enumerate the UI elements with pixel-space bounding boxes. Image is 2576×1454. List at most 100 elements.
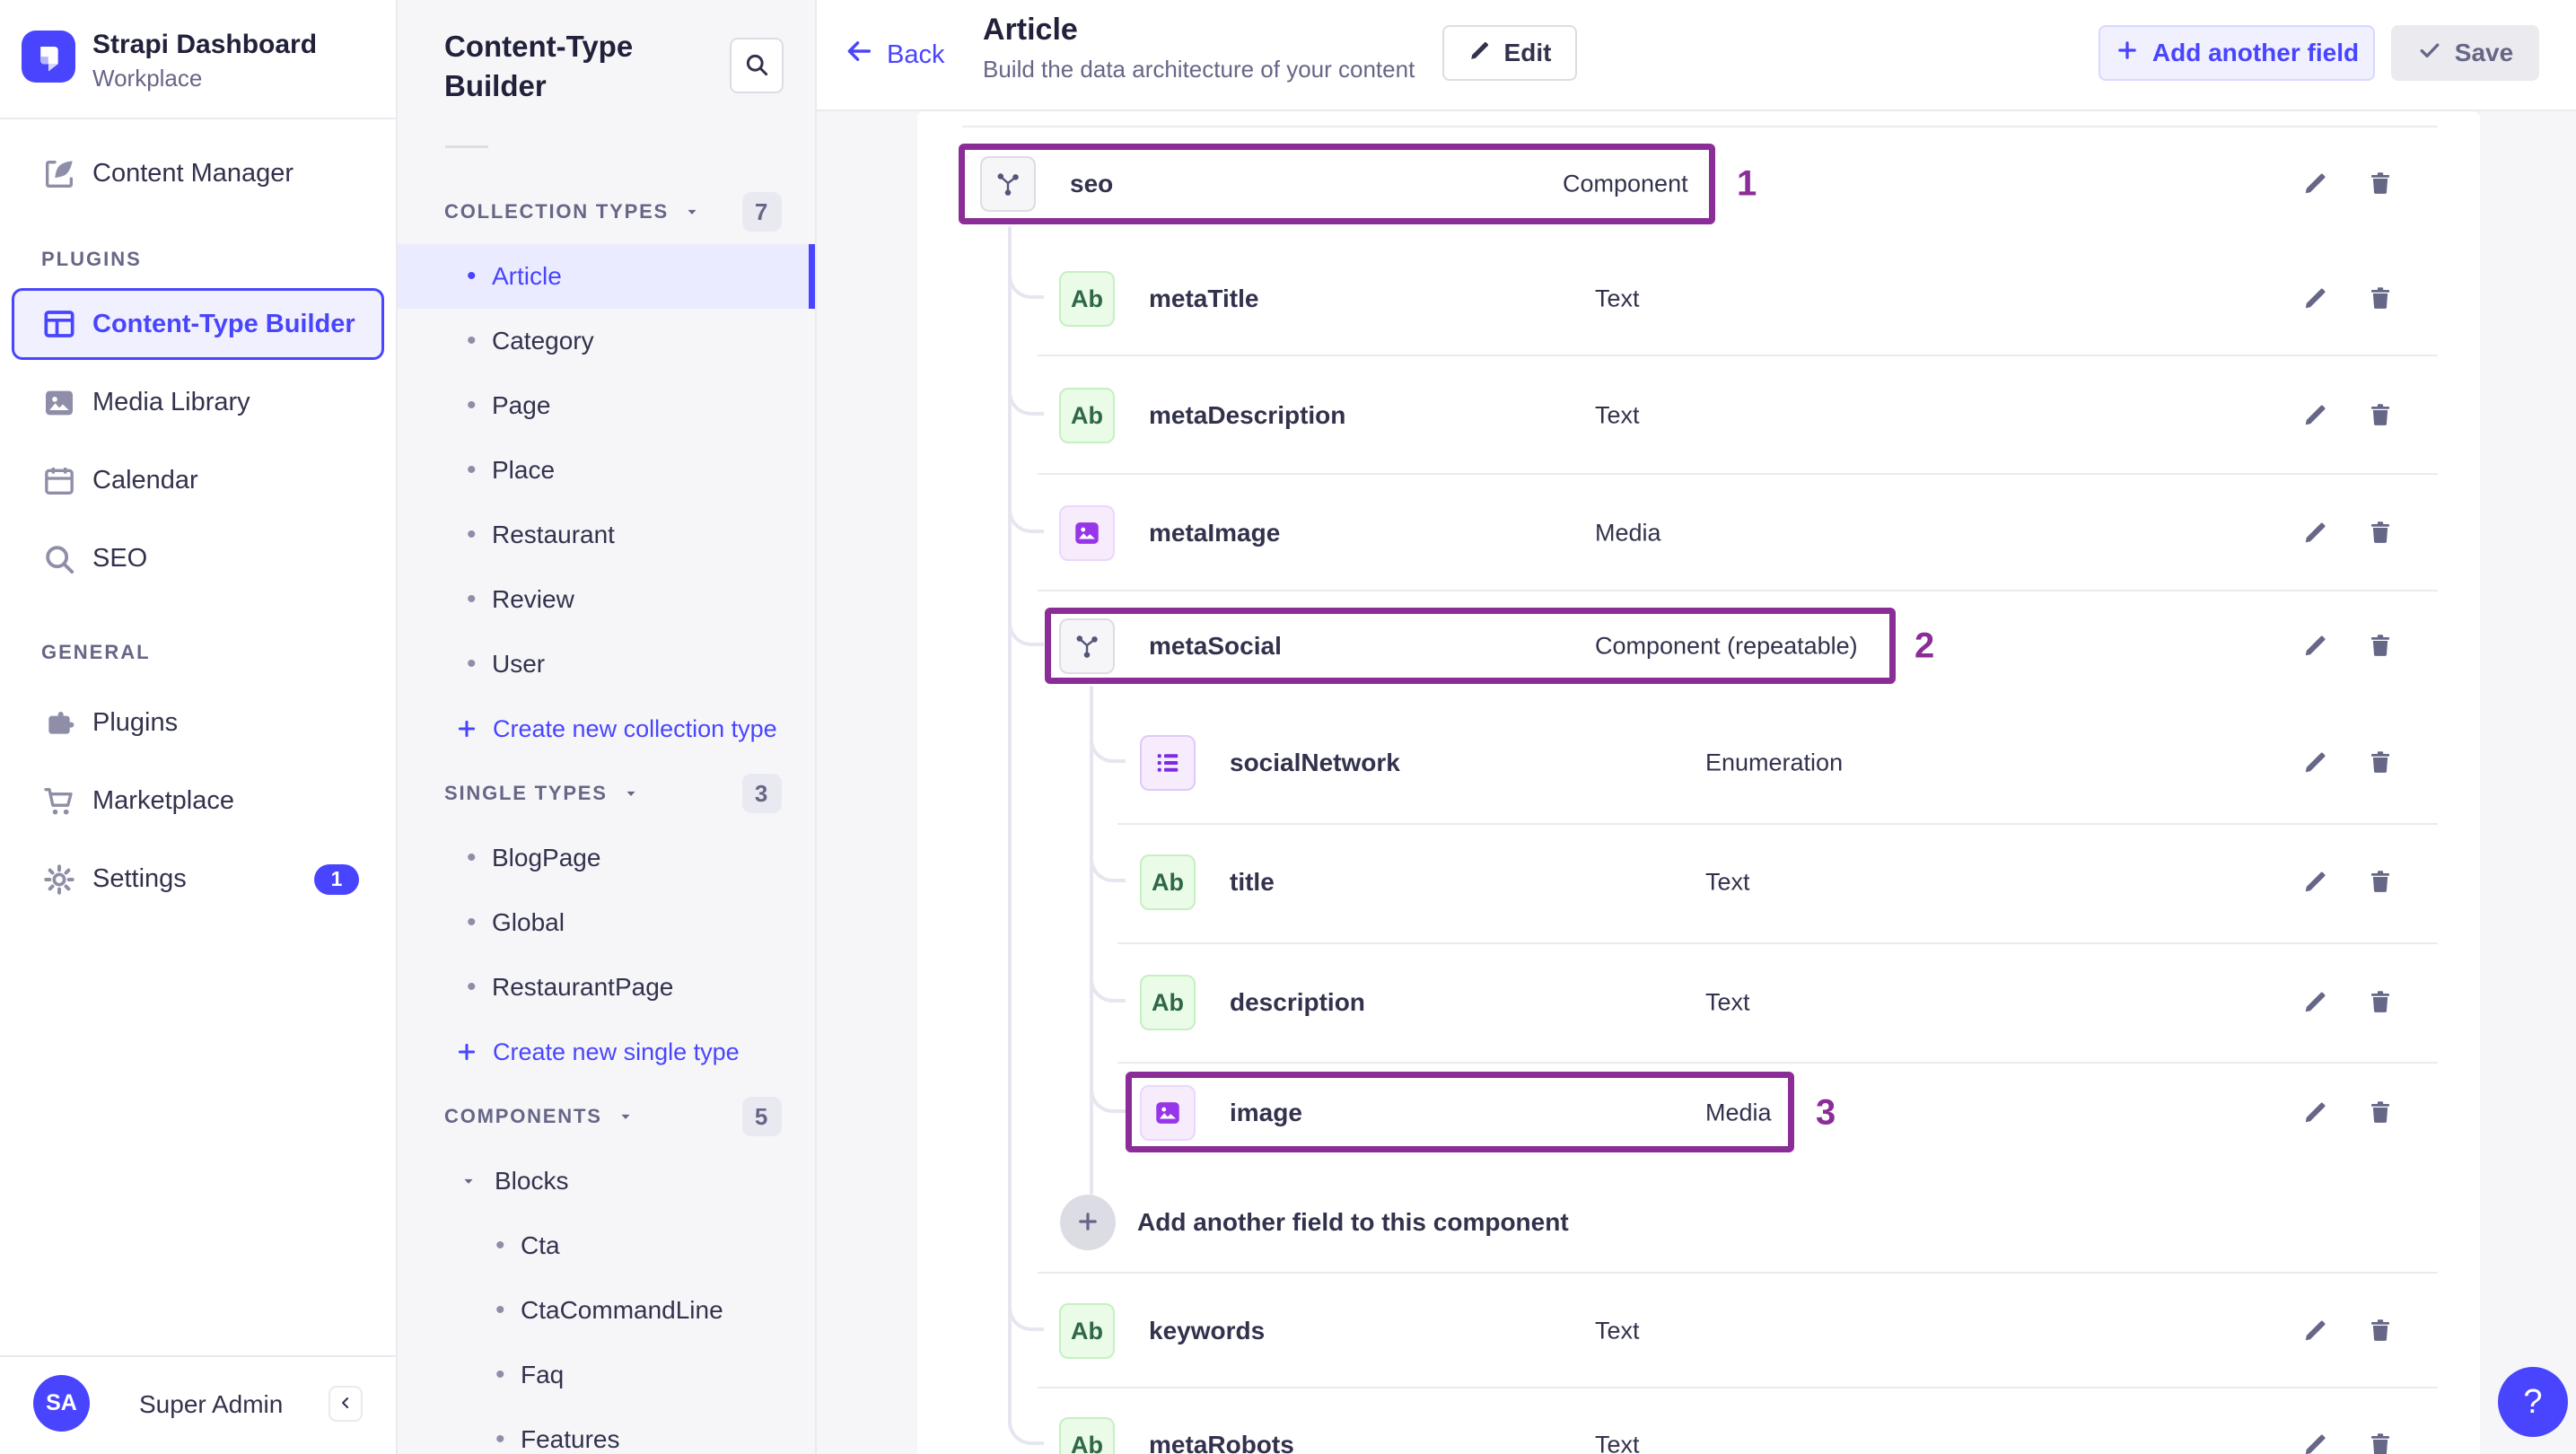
edit-field-button[interactable] [2296, 279, 2335, 319]
general-section-header: GENERAL [41, 641, 151, 663]
edit-field-button[interactable] [2296, 863, 2335, 902]
bullet-icon: • [467, 390, 477, 420]
sidebar-item-restaurantpage[interactable]: • RestaurantPage [398, 955, 815, 1020]
back-link[interactable]: Back [844, 0, 944, 109]
edit-field-button[interactable] [2296, 513, 2335, 553]
sidebar-item-blogpage[interactable]: • BlogPage [398, 826, 815, 890]
field-row-metadescription: Ab metaDescription Text [917, 375, 2480, 456]
delete-field-button[interactable] [2361, 279, 2400, 319]
edit-button[interactable]: Edit [1442, 25, 1577, 81]
sidebar-item-restaurant[interactable]: • Restaurant [398, 503, 815, 567]
sidebar-item-faq[interactable]: • Faq [398, 1343, 815, 1407]
edit-field-button[interactable] [2296, 743, 2335, 783]
delete-field-button[interactable] [2361, 513, 2400, 553]
delete-field-button[interactable] [2361, 1311, 2400, 1351]
pencil-icon [2302, 170, 2329, 199]
delete-field-button[interactable] [2361, 1093, 2400, 1133]
sidebar-item-label: Page [492, 391, 551, 419]
delete-field-button[interactable] [2361, 396, 2400, 435]
row-divider [962, 126, 2438, 127]
page-header: Back Article Build the data architecture… [817, 0, 2576, 111]
sidebar-item-place[interactable]: • Place [398, 438, 815, 503]
component-group-label: Blocks [495, 1167, 569, 1195]
delete-field-button[interactable] [2361, 626, 2400, 666]
section-header-label: COMPONENTS [444, 1105, 602, 1127]
sidebar-item-cta[interactable]: • Cta [398, 1213, 815, 1278]
field-name-label: metaImage [1149, 519, 1281, 547]
delete-field-button[interactable] [2361, 863, 2400, 902]
section-count-badge: 5 [742, 1097, 782, 1136]
pencil-icon [2302, 1431, 2329, 1454]
chevron-down-icon[interactable] [683, 203, 701, 221]
sidebar-item-plugins[interactable]: Plugins [0, 684, 396, 762]
field-type-label: Text [1595, 1431, 1640, 1454]
add-another-field-button[interactable]: Add another field [2098, 25, 2375, 81]
collapse-sidebar-button[interactable] [329, 1386, 363, 1422]
add-field-to-component-button[interactable] [1060, 1195, 1116, 1250]
add-field-to-component-label: Add another field to this component [1137, 1208, 1569, 1236]
section-header-components: COMPONENTS 5 [398, 1084, 815, 1149]
avatar[interactable]: SA [33, 1375, 90, 1432]
pencil-icon [2302, 632, 2329, 661]
action-create-new-collection-type[interactable]: Create new collection type [398, 696, 815, 761]
divider [445, 145, 488, 148]
pencil-icon [2302, 749, 2329, 778]
sidebar-item-user[interactable]: • User [398, 632, 815, 696]
edit-button-label: Edit [1503, 39, 1552, 66]
page-title: Article [983, 13, 1078, 47]
sidebar-item-label: Restaurant [492, 521, 615, 548]
builder-panel-title: Content-Type Builder [444, 30, 634, 102]
component-group-blocks[interactable]: Blocks [398, 1149, 815, 1213]
row-divider [1038, 355, 2438, 356]
sidebar-item-page[interactable]: • Page [398, 373, 815, 438]
sidebar-divider [0, 1355, 396, 1357]
delete-field-button[interactable] [2361, 743, 2400, 783]
sidebar-item-label: Calendar [92, 466, 198, 495]
sidebar-item-label: Content Manager [92, 159, 294, 188]
edit-field-button[interactable] [2296, 1311, 2335, 1351]
sidebar-item-label: Article [492, 262, 562, 290]
save-button[interactable]: Save [2391, 25, 2539, 81]
chevron-down-icon[interactable] [622, 784, 640, 802]
sidebar-item-review[interactable]: • Review [398, 567, 815, 632]
edit-field-button[interactable] [2296, 396, 2335, 435]
sidebar-item-marketplace[interactable]: Marketplace [0, 762, 396, 840]
edit-field-button[interactable] [2296, 1093, 2335, 1133]
sidebar-item-category[interactable]: • Category [398, 309, 815, 373]
edit-field-button[interactable] [2296, 983, 2335, 1022]
calendar-icon [41, 463, 77, 499]
sidebar-item-ctacommandline[interactable]: • CtaCommandLine [398, 1278, 815, 1343]
trash-icon [2367, 868, 2394, 898]
trash-icon [2367, 285, 2394, 314]
sidebar-item-article[interactable]: • Article [398, 244, 815, 309]
help-button[interactable]: ? [2498, 1367, 2568, 1437]
bullet-icon: • [467, 649, 477, 679]
sidebar-item-content-type-builder[interactable]: Content-Type Builder [12, 288, 384, 360]
field-name-label: image [1230, 1099, 1302, 1126]
edit-field-button[interactable] [2296, 1425, 2335, 1454]
row-divider [1117, 942, 2438, 944]
sidebar-item-calendar[interactable]: Calendar [0, 442, 396, 520]
delete-field-button[interactable] [2361, 1425, 2400, 1454]
chevron-down-icon[interactable] [617, 1108, 635, 1126]
edit-field-button[interactable] [2296, 164, 2335, 204]
sidebar-item-settings[interactable]: Settings 1 [0, 840, 396, 918]
search-button[interactable] [730, 38, 784, 93]
seo-icon [41, 541, 77, 577]
delete-field-button[interactable] [2361, 983, 2400, 1022]
sidebar-item-seo[interactable]: SEO [0, 520, 396, 598]
sidebar-item-features[interactable]: • Features [398, 1407, 815, 1454]
nav-main-group: Content Manager [0, 135, 396, 213]
field-type-label: Component (repeatable) [1595, 632, 1858, 660]
edit-field-button[interactable] [2296, 626, 2335, 666]
sidebar-item-global[interactable]: • Global [398, 890, 815, 955]
action-create-new-single-type[interactable]: Create new single type [398, 1020, 815, 1084]
delete-field-button[interactable] [2361, 164, 2400, 204]
trash-icon [2367, 1099, 2394, 1128]
row-divider [1117, 1062, 2438, 1064]
sidebar-item-media-library[interactable]: Media Library [0, 364, 396, 442]
bullet-icon: • [467, 584, 477, 614]
sidebar-item-content-manager[interactable]: Content Manager [0, 135, 396, 213]
sidebar-item-label: Media Library [92, 388, 250, 416]
field-row-metaimage: metaImage Media [917, 493, 2480, 574]
